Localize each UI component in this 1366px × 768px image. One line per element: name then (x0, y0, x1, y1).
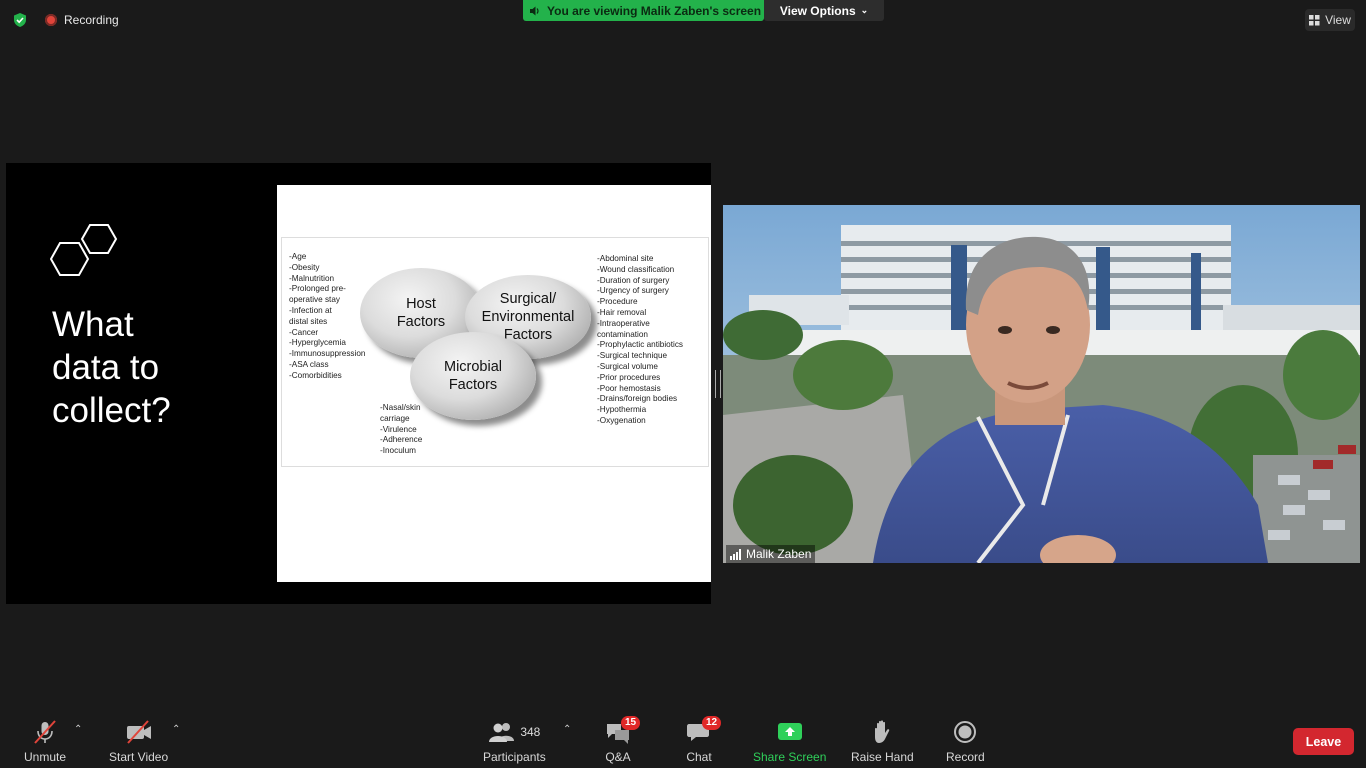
ssi-factors-figure: -Age -Obesity -Malnutrition -Prolonged p… (277, 185, 711, 582)
record-button[interactable]: Record (946, 718, 985, 764)
start-video-label: Start Video (109, 750, 169, 764)
recording-label: Recording (64, 13, 119, 27)
qa-button[interactable]: 15 Q&A (605, 716, 641, 764)
view-label: View (1325, 13, 1351, 27)
unmute-button[interactable]: Unmute (24, 718, 66, 764)
grid-view-icon (1309, 14, 1320, 25)
start-video-button[interactable]: Start Video (109, 718, 168, 764)
shared-screen: What data to collect? -Age -Obesity -Mal… (6, 163, 711, 604)
qa-label: Q&A (605, 750, 631, 764)
participant-name: Malik Zaben (746, 547, 812, 561)
record-icon (954, 721, 977, 743)
security-shield-icon[interactable] (12, 12, 28, 28)
surgical-factors-list: -Abdominal site -Wound classification -D… (597, 254, 684, 425)
microbial-factors-list: -Nasal/skin carriage -Virulence -Adheren… (380, 403, 423, 456)
viewing-banner-text: You are viewing Malik Zaben's screen (547, 3, 762, 18)
chat-badge: 12 (702, 716, 722, 730)
video-options-caret-icon[interactable]: ⌃ (172, 724, 180, 735)
raise-hand-button[interactable]: Raise Hand (851, 718, 914, 764)
viewing-screen-banner: You are viewing Malik Zaben's screen (523, 0, 764, 21)
qa-badge: 15 (621, 716, 641, 730)
slide-title: What data to collect? (52, 305, 171, 430)
view-button[interactable]: View (1305, 9, 1355, 31)
hexagon-decoration-icon (50, 224, 118, 276)
participant-video[interactable] (723, 205, 1360, 563)
microphone-muted-icon (34, 720, 56, 744)
participant-name-tag: Malik Zaben (726, 545, 816, 563)
participants-options-caret-icon[interactable]: ⌃ (563, 724, 571, 735)
share-screen-button[interactable]: Share Screen (753, 718, 826, 764)
raise-hand-label: Raise Hand (851, 750, 914, 764)
participants-label: Participants (483, 750, 546, 764)
chevron-down-icon: ⌄ (860, 5, 869, 15)
chat-button[interactable]: 12 Chat (686, 716, 722, 764)
signal-strength-icon (730, 548, 741, 560)
participants-icon (489, 723, 515, 742)
video-frame-image (723, 205, 1360, 563)
participants-count: 348 (520, 725, 541, 739)
view-options-button[interactable]: View Options ⌄ (764, 0, 884, 21)
video-camera-off-icon (126, 720, 151, 744)
speaker-icon (530, 6, 539, 15)
audio-options-caret-icon[interactable]: ⌃ (74, 724, 82, 735)
raise-hand-icon (875, 720, 890, 743)
share-screen-label: Share Screen (753, 750, 827, 764)
view-options-label: View Options (779, 3, 856, 18)
unmute-label: Unmute (24, 750, 67, 764)
recording-indicator-icon (45, 14, 57, 26)
split-view-resize-handle[interactable] (715, 370, 721, 398)
chat-label: Chat (686, 750, 712, 764)
participants-button[interactable]: 348 Participants (483, 718, 546, 764)
leave-button[interactable]: Leave (1293, 728, 1354, 755)
record-label: Record (946, 750, 985, 764)
share-screen-icon (777, 723, 802, 740)
